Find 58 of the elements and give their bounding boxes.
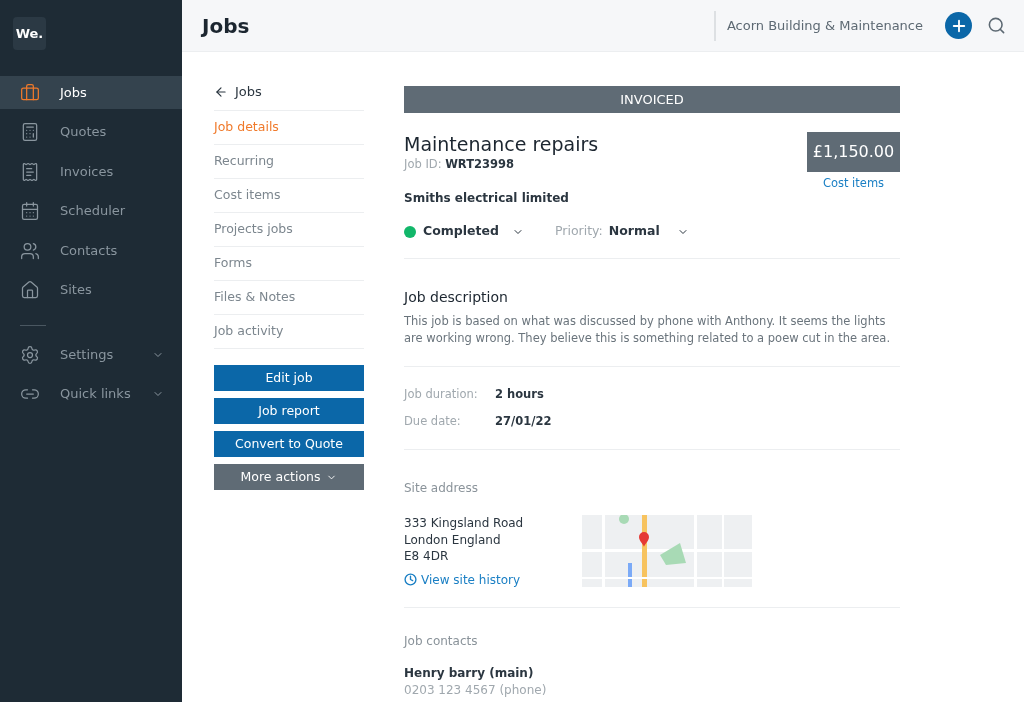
clock-icon [404, 573, 417, 586]
action-button[interactable]: Job report [214, 398, 364, 424]
status-banner: INVOICED [404, 86, 900, 113]
back-link[interactable]: Jobs [214, 83, 364, 101]
contact-name: Henry barry (main) [404, 664, 535, 682]
customer-name: Smiths electrical limited [404, 190, 570, 208]
users-icon [20, 240, 40, 261]
sidebar-item[interactable]: Invoices [0, 155, 182, 188]
job-title: Maintenance repairs [404, 133, 599, 155]
fact-value: 2 hours [495, 385, 544, 403]
subnav-item[interactable]: Job activity [214, 314, 364, 348]
job-amount: £1,150.00 [807, 132, 900, 172]
subnav-item[interactable]: Job details [214, 110, 364, 144]
subnav-item[interactable]: Forms [214, 246, 364, 280]
back-arrow-icon [214, 85, 228, 99]
address-line: E8 4DR [404, 548, 450, 565]
sidebar-item[interactable]: Scheduler [0, 194, 182, 228]
search-icon[interactable] [987, 16, 1006, 35]
cost-items-link[interactable]: Cost items [822, 175, 885, 193]
subnav-item[interactable]: Files & Notes [214, 280, 364, 314]
sidebar-group[interactable]: Quick links [0, 377, 182, 411]
priority-label: Priority: [555, 222, 603, 241]
more-actions-button[interactable]: More actions [214, 464, 364, 490]
subnav-item[interactable]: Recurring [214, 144, 364, 178]
receipt-icon [20, 161, 40, 182]
section-title: Job description [404, 288, 509, 307]
sidebar-item[interactable]: Contacts [0, 234, 182, 267]
status-dropdown[interactable]: Completed [404, 222, 524, 241]
subnav-item[interactable]: Projects jobs [214, 212, 364, 246]
fact-value: 27/01/22 [495, 412, 552, 430]
sidebar-item[interactable]: Sites [0, 273, 182, 307]
add-button[interactable] [945, 12, 972, 39]
calculator-icon [20, 122, 40, 142]
section-subtitle: Site address [404, 480, 479, 497]
action-button[interactable]: Edit job [214, 365, 364, 391]
fact-label: Job duration: [404, 385, 479, 403]
house-icon [20, 280, 40, 300]
job-description: This job is based on what was discussed by phone with Anthony. It seems the lights are working wrong. They believe this is something related to a poew cut in the area. [404, 313, 900, 367]
job-id-label: Job ID: [404, 157, 442, 171]
address-line: London England [404, 531, 502, 548]
sidebar-item[interactable]: Quotes [0, 115, 182, 149]
page-title: Jobs [202, 12, 251, 40]
sidebar-group[interactable]: Settings [0, 338, 182, 371]
job-id: WRT23998 [445, 157, 515, 171]
site-history-link[interactable]: View site history [404, 570, 582, 589]
address-line: 333 Kingsland Road [404, 515, 525, 532]
fact-label: Due date: [404, 412, 462, 430]
app-logo[interactable]: We. [13, 17, 46, 50]
section-subtitle: Job contacts [404, 632, 479, 650]
subnav-item[interactable]: Cost items [214, 178, 364, 212]
calendar-icon [20, 201, 40, 221]
priority-dropdown[interactable]: Normal [608, 222, 689, 241]
settings-icon [20, 344, 40, 365]
action-button[interactable]: Convert to Quote [214, 431, 364, 457]
company-name[interactable]: Acorn Building & Maintenance [726, 15, 923, 36]
briefcase-icon [20, 82, 40, 103]
contact-phone: 0203 123 4567 (phone) [404, 682, 548, 698]
sidebar-item[interactable]: Jobs [0, 76, 182, 109]
